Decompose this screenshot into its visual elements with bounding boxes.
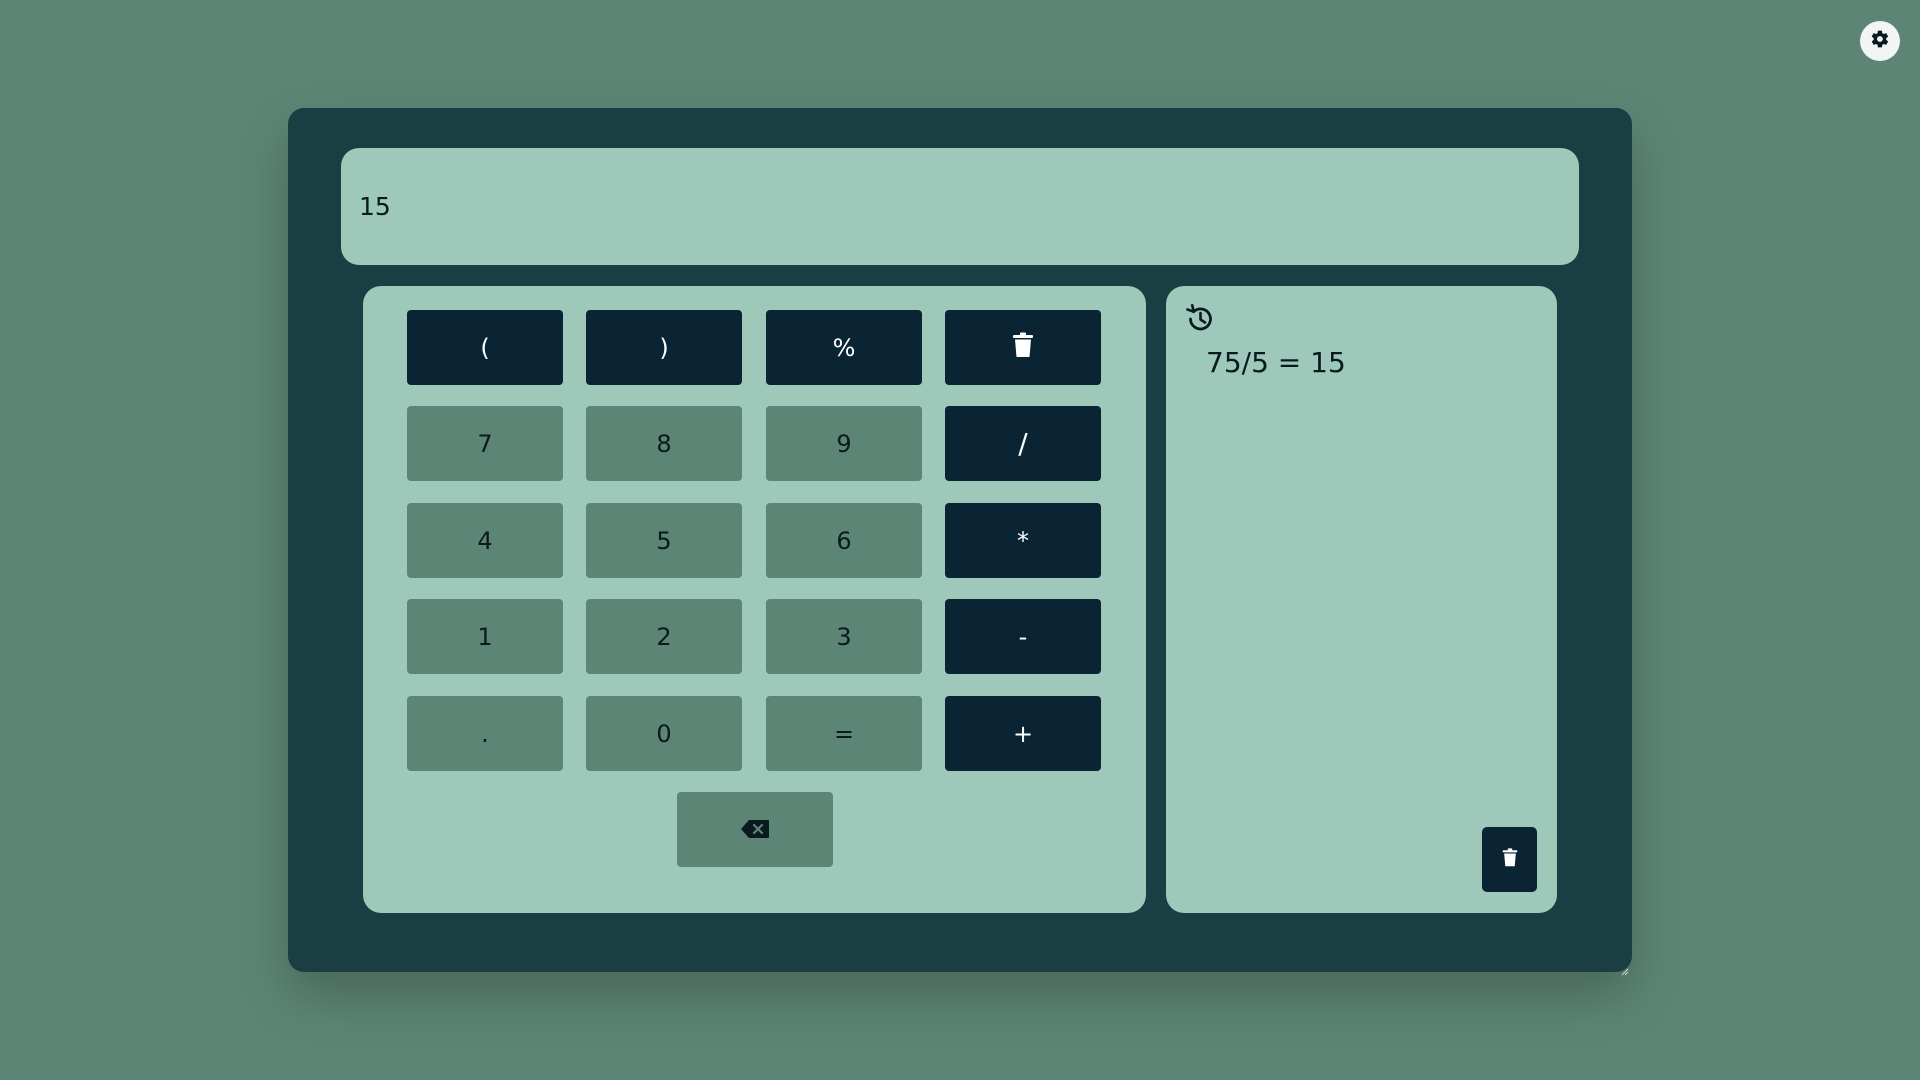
- multiply-button[interactable]: *: [945, 503, 1101, 578]
- digit-5-button[interactable]: 5: [586, 503, 742, 578]
- clear-history-button[interactable]: [1482, 827, 1537, 892]
- digit-6-button[interactable]: 6: [766, 503, 922, 578]
- history-icon: [1184, 303, 1216, 335]
- percent-button[interactable]: %: [766, 310, 922, 385]
- open-paren-button[interactable]: (: [407, 310, 563, 385]
- decimal-button[interactable]: .: [407, 696, 563, 771]
- theme-toggle-button[interactable]: [1860, 21, 1900, 61]
- resize-grip[interactable]: [1621, 961, 1629, 976]
- digit-9-button[interactable]: 9: [766, 406, 922, 481]
- backspace-icon: [741, 816, 769, 844]
- digit-2-button[interactable]: 2: [586, 599, 742, 674]
- display: 15: [341, 148, 1579, 265]
- history-entry[interactable]: 75/5 = 15: [1206, 346, 1346, 379]
- backspace-button[interactable]: [677, 792, 833, 867]
- calculator: 15 ( ) % 7 8 9 / 4 5 6 * 1 2 3 - . 0 = +…: [288, 108, 1632, 976]
- trash-icon: [1012, 332, 1034, 364]
- digit-1-button[interactable]: 1: [407, 599, 563, 674]
- digit-4-button[interactable]: 4: [407, 503, 563, 578]
- gear-icon: [1870, 29, 1890, 53]
- plus-button[interactable]: +: [945, 696, 1101, 771]
- digit-7-button[interactable]: 7: [407, 406, 563, 481]
- digit-0-button[interactable]: 0: [586, 696, 742, 771]
- trash-icon: [1502, 848, 1518, 871]
- minus-button[interactable]: -: [945, 599, 1101, 674]
- history-panel: 75/5 = 15: [1166, 286, 1557, 913]
- digit-3-button[interactable]: 3: [766, 599, 922, 674]
- divide-button[interactable]: /: [945, 406, 1101, 481]
- equals-button[interactable]: =: [766, 696, 922, 771]
- digit-8-button[interactable]: 8: [586, 406, 742, 481]
- display-value: 15: [359, 192, 391, 221]
- clear-all-button[interactable]: [945, 310, 1101, 385]
- keypad: ( ) % 7 8 9 / 4 5 6 * 1 2 3 - . 0 = +: [363, 286, 1146, 913]
- close-paren-button[interactable]: ): [586, 310, 742, 385]
